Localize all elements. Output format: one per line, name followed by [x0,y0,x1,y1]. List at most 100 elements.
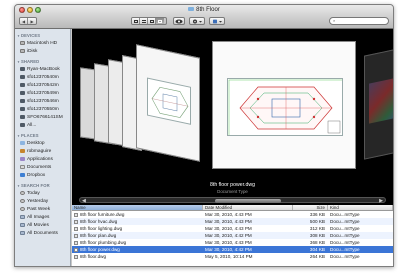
computer-icon [20,67,25,71]
list-view-button[interactable] [140,18,148,24]
sidebar-heading: PLACES [17,133,70,138]
action-menu-button[interactable] [189,17,205,25]
search-folder-icon [20,215,25,219]
cover-flow-caption: 8th floor power.dwg Document Type [72,182,393,194]
title-bar: 8th Floor ◀ ▶ ⌕ [15,5,393,29]
column-header-name[interactable]: Name [72,205,203,210]
table-row[interactable]: 8th floor plumbing.dwg Mar 30, 2010, 4:4… [72,239,393,246]
cover-flow-scrollbar[interactable]: ◀ ▶ [79,197,386,204]
scroll-right-icon[interactable]: ▶ [379,198,383,204]
sidebar-item-dropbox[interactable]: Dropbox [15,171,70,179]
sidebar-item-shared-all[interactable]: All... [15,121,70,129]
table-row[interactable]: 8th floor plan.dwg Mar 30, 2010, 4:42 PM… [72,232,393,239]
sidebar-item-shared[interactable]: Ryan-MacBook [15,65,70,73]
folder-icon [20,141,25,145]
sidebar-item-shared[interactable]: SFO6766141SM [15,113,70,121]
cell-size: 304 KB [309,247,325,252]
sidebar-item-all-documents[interactable]: All Documents [15,229,70,237]
dropbox-menu-button[interactable] [209,17,225,25]
sidebar-item-past-week[interactable]: Past Week [15,205,70,213]
cell-name: 8th floor furniture.dwg [72,212,203,217]
dwg-file-icon [74,240,78,245]
column-header-date[interactable]: Date Modified [203,205,293,210]
sidebar-item-yesterday[interactable]: Yesterday [15,197,70,205]
table-row[interactable]: 8th floor furniture.dwg Mar 30, 2010, 4:… [72,211,393,218]
floor-plan-drawing [228,79,342,135]
scrollbar-thumb[interactable] [215,198,281,203]
sidebar-item-shared[interactable]: sfo12370550m [15,105,70,113]
sidebar-item-all-images[interactable]: All Images [15,213,70,221]
file-list: Name Date Modified Size Kind 8th floor f… [72,205,393,266]
column-view-button[interactable] [148,18,156,24]
cover-flow-selected-item[interactable] [212,41,356,169]
sidebar-item-shared[interactable]: sfo12370546m [15,97,70,105]
clock-icon [20,191,25,195]
sidebar-item-desktop[interactable]: Desktop [15,139,70,147]
cover-flow-view[interactable]: 8th floor power.dwg Document Type ◀ ▶ [72,29,393,205]
cell-kind: Docu...mtType [330,254,360,259]
cell-kind: Docu...mtType [330,240,360,245]
sidebar-item-shared[interactable]: sfo12370540m [15,73,70,81]
cell-date: Mar 30, 2010, 4:43 PM [205,226,252,231]
table-row[interactable]: 8th floor hvac.dwg Mar 30, 2010, 4:43 PM… [72,218,393,225]
computer-icon [20,107,25,111]
icon-view-button[interactable] [132,18,140,24]
computer-icon [20,75,25,79]
cell-date: Mar 30, 2010, 4:42 PM [205,247,252,252]
sidebar-item-applications[interactable]: Applications [15,155,70,163]
sidebar-item-label: Today [27,190,40,196]
sidebar-item-label: sfo12370540m [27,74,59,80]
cell-name: 8th floor power.dwg [72,247,203,252]
forward-button[interactable]: ▶ [28,18,36,24]
sidebar-item-label: All... [27,122,37,128]
sidebar-item-label: sfo12370542m [27,82,59,88]
cell-size: 368 KB [309,240,325,245]
floor-plan-drawing [151,86,189,118]
cover-flow-button[interactable] [156,18,164,24]
cell-name: 8th floor plan.dwg [72,233,203,238]
sidebar-item-today[interactable]: Today [15,189,70,197]
list-view-icon [141,19,146,23]
file-name: 8th floor.dwg [80,254,107,259]
cell-kind: Docu...mtType [330,219,360,224]
computer-icon [20,91,25,95]
search-field[interactable]: ⌕ [329,17,389,25]
applications-icon [20,157,25,161]
back-button[interactable]: ◀ [20,18,28,24]
cell-date: Mar 30, 2010, 4:42 PM [205,233,252,238]
sidebar-item-idisk[interactable]: iDisk [15,47,70,55]
window-title-text: 8th Floor [196,7,220,13]
table-row[interactable]: 8th floor.dwg May 5, 2010, 10:14 PM 264 … [72,253,393,260]
sidebar-item-documents[interactable]: Documents [15,163,70,171]
column-header-label: Size [316,205,325,210]
table-row-selected[interactable]: 8th floor power.dwg Mar 30, 2010, 4:42 P… [72,246,393,253]
sidebar: DEVICES Macintosh HD iDisk SHARED Ryan-M… [15,29,71,266]
cover-flow-subtitle: Document Type [217,189,248,194]
sidebar-item-shared[interactable]: sfo12370549m [15,89,70,97]
home-icon [20,149,25,153]
cad-thumbnail [147,77,191,125]
sidebar-item-label: Documents [27,164,52,170]
cell-kind: Docu...mtType [330,233,360,238]
column-header-size[interactable]: Size [293,205,328,210]
cell-name: 8th floor.dwg [72,254,203,259]
sidebar-item-all-movies[interactable]: All Movies [15,221,70,229]
cell-name: 8th floor lighting.dwg [72,226,203,231]
file-name: 8th floor power.dwg [80,247,120,252]
finder-window: 8th Floor ◀ ▶ ⌕ DEVICES Macintosh [14,4,394,267]
table-row[interactable]: 8th floor lighting.dwg Mar 30, 2010, 4:4… [72,225,393,232]
column-header-kind[interactable]: Kind [328,205,393,210]
eye-icon [175,19,183,23]
sidebar-item-macintosh-hd[interactable]: Macintosh HD [15,39,70,47]
sidebar-item-home[interactable]: robmaguire [15,147,70,155]
sidebar-item-shared[interactable]: sfo12370542m [15,81,70,89]
scroll-left-icon[interactable]: ◀ [82,198,86,204]
cover-flow-icon [158,19,162,23]
cell-date: May 5, 2010, 10:14 PM [205,254,253,259]
clock-icon [20,199,25,203]
quick-look-button[interactable] [173,17,185,25]
sidebar-heading: DEVICES [17,33,70,38]
cover-flow-item[interactable] [136,44,200,162]
cover-flow-item[interactable] [364,46,393,160]
sidebar-item-label: iDisk [27,48,38,54]
